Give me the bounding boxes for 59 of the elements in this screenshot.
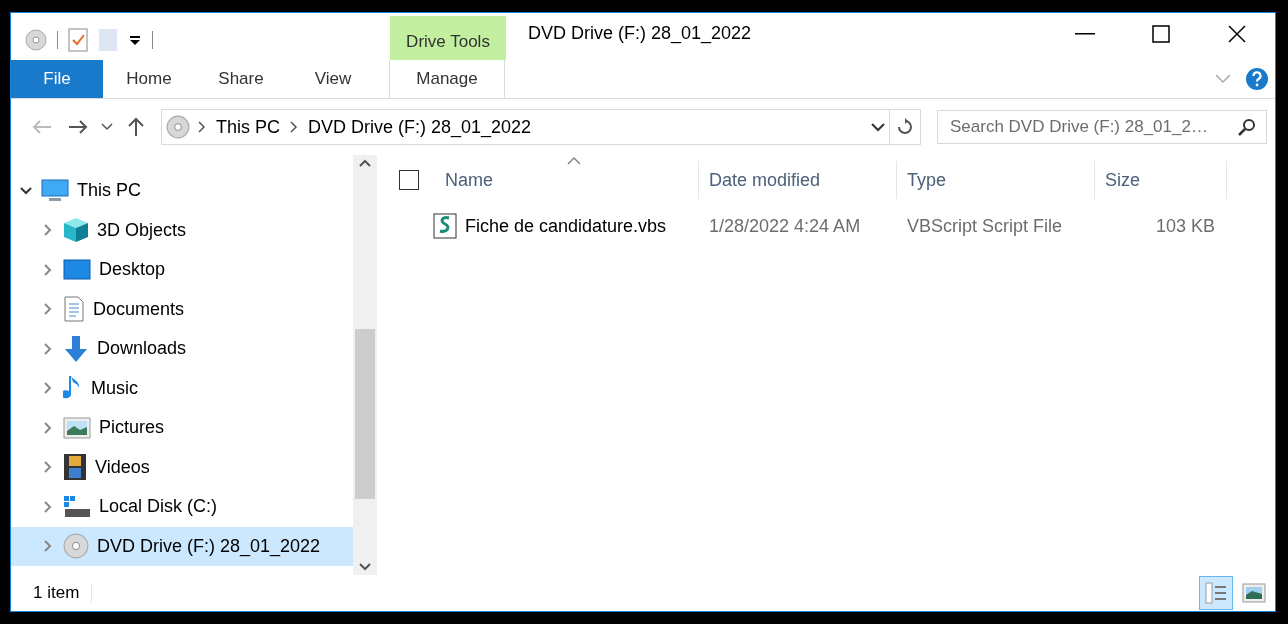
navigation-item[interactable]: Pictures	[11, 408, 353, 448]
window-title: DVD Drive (F:) 28_01_2022	[527, 23, 753, 44]
column-header[interactable]: Size	[1095, 161, 1227, 199]
scroll-down-icon[interactable]	[359, 563, 371, 571]
column-header[interactable]: Type	[897, 161, 1095, 199]
details-view-button[interactable]	[1199, 576, 1233, 610]
file-size: 103 KB	[1155, 215, 1215, 237]
film-icon	[63, 453, 87, 482]
navigation-item[interactable]: This PC	[11, 171, 353, 211]
document-icon	[63, 296, 85, 323]
checklist-icon[interactable]	[68, 28, 88, 52]
ribbon-tab[interactable]: Share	[195, 60, 287, 98]
file-type: VBScript Script File	[907, 215, 1063, 237]
navigation-item[interactable]: Music	[11, 368, 353, 408]
address-field[interactable]: This PC DVD Drive (F:) 28_01_2022	[161, 109, 921, 145]
drive-icon	[63, 494, 91, 519]
scroll-up-icon[interactable]	[359, 159, 371, 167]
disc-icon	[63, 533, 89, 560]
ribbon-tab[interactable]: Home	[103, 60, 195, 98]
disc-icon	[166, 115, 190, 139]
minimize-icon[interactable]	[1075, 32, 1095, 35]
navigation-item[interactable]: Local Disk (C:)	[11, 487, 353, 527]
refresh-icon[interactable]	[897, 118, 913, 136]
date-modified: 1/28/2022 4:24 AM	[709, 215, 861, 237]
scrollbar[interactable]	[353, 155, 377, 575]
sort-caret-icon	[566, 157, 581, 165]
close-icon[interactable]	[1228, 24, 1246, 43]
select-all-checkbox[interactable]	[399, 170, 419, 190]
breadcrumb[interactable]: This PC	[210, 116, 286, 138]
file-name[interactable]: Fiche de candidature.vbs	[465, 215, 667, 237]
search-icon[interactable]	[1238, 118, 1256, 136]
maximize-icon[interactable]	[1152, 24, 1170, 43]
script-file-icon	[433, 213, 457, 239]
navigation-item[interactable]: DVD Drive (F:) 28_01_2022	[11, 526, 353, 566]
contextual-tab-group: Drive Tools	[390, 16, 506, 60]
column-header[interactable]: Name	[435, 161, 699, 199]
navigation-item[interactable]: Videos	[11, 447, 353, 487]
ribbon-tab[interactable]: Manage	[389, 60, 505, 98]
navigation-item[interactable]: Desktop	[11, 250, 353, 290]
down-arrow-icon	[63, 334, 89, 363]
cube-icon	[63, 217, 89, 244]
breadcrumb-chevron-icon[interactable]	[290, 121, 298, 133]
computer-icon	[41, 178, 69, 203]
navigation-item[interactable]: Downloads	[11, 329, 353, 369]
help-icon[interactable]	[1245, 67, 1269, 91]
breadcrumb[interactable]: DVD Drive (F:) 28_01_2022	[302, 116, 538, 138]
recent-caret-icon[interactable]	[99, 123, 115, 131]
item-count: 1 item	[33, 583, 93, 603]
search-field[interactable]: Search DVD Drive (F:) 28_01_2…	[937, 110, 1267, 144]
ribbon-tab[interactable]: File	[11, 60, 103, 98]
column-header[interactable]: Date modified	[699, 161, 897, 199]
breadcrumb-chevron-icon[interactable]	[198, 121, 206, 133]
monitor-icon	[63, 258, 91, 281]
dropdown-icon[interactable]	[871, 122, 885, 132]
customize-icon[interactable]	[128, 33, 142, 47]
picture-icon	[63, 416, 91, 439]
navigation-item[interactable]: Documents	[11, 289, 353, 329]
ribbon-tab[interactable]: View	[287, 60, 379, 98]
navigation-item[interactable]: 3D Objects	[11, 210, 353, 250]
